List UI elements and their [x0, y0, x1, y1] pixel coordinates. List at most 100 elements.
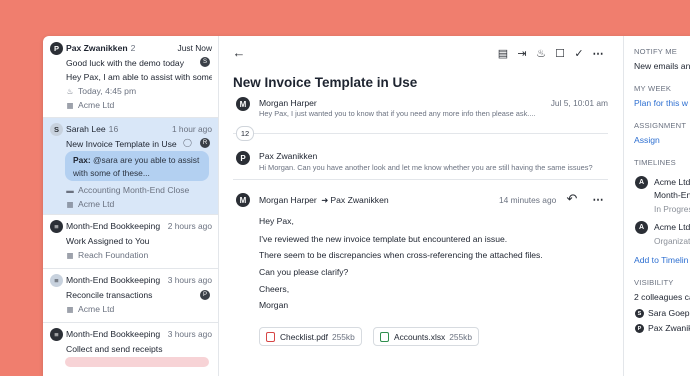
message-time: 14 minutes ago: [499, 195, 557, 205]
timeline-org[interactable]: Acme Ltd: [654, 177, 690, 187]
attachment-size: 255kb: [449, 331, 473, 342]
check-icon[interactable]: ✓: [572, 47, 586, 60]
attachment-xlsx[interactable]: Accounts.xlsx 255kb: [373, 327, 480, 346]
comment-text: @sara are you able to assist with some o…: [73, 155, 200, 178]
divider: [233, 133, 608, 134]
briefcase-icon[interactable]: ▤: [496, 47, 510, 60]
colleague-avatar: P: [635, 324, 644, 333]
attachment-pdf[interactable]: Checklist.pdf 255kb: [259, 327, 362, 346]
message-count: 2: [130, 43, 136, 53]
building-icon: ▦: [66, 101, 74, 110]
reply-icon[interactable]: ↶: [565, 191, 579, 207]
message-sender[interactable]: Pax Zwanikken: [259, 151, 317, 161]
arrow-right-icon: ➜: [321, 195, 329, 205]
divider: [233, 179, 608, 180]
back-arrow-icon[interactable]: ←: [232, 45, 246, 60]
avatar: S: [50, 123, 63, 136]
message-sender[interactable]: Morgan Harper: [259, 98, 317, 108]
move-icon[interactable]: ⇥: [515, 47, 529, 60]
pdf-file-icon: [266, 331, 275, 342]
section-header: TIMELINES: [634, 158, 676, 167]
notify-setting[interactable]: New emails and: [634, 61, 690, 71]
body-line: I've reviewed the new invoice template b…: [259, 234, 508, 244]
attachment-size: 255kb: [331, 331, 355, 342]
timeline-icon: ▬: [66, 186, 74, 195]
timeline-name: Accounting Month-End Close: [78, 185, 190, 195]
avatar: M: [236, 97, 250, 111]
timestamp: 3 hours ago: [167, 275, 212, 285]
assign-link[interactable]: Assign: [634, 135, 660, 145]
comment-bubble: [65, 357, 209, 367]
comment-bubble: Pax: @sara are you able to assist with s…: [65, 151, 209, 181]
message-preview[interactable]: Hi Morgan. Can you have another look and…: [259, 163, 593, 172]
sender-name: Month-End Bookkeeping: [66, 221, 161, 231]
sender-name: Sarah Lee: [66, 124, 106, 134]
section-header: VISIBILITY: [634, 278, 674, 287]
building-icon: ▦: [66, 305, 74, 314]
timeline-avatar: A: [635, 176, 648, 189]
avatar: P: [236, 151, 250, 165]
conversation-list: P Pax Zwanikken 2 Just Now Good luck with…: [43, 36, 219, 376]
bookmark-icon[interactable]: ☐: [553, 47, 567, 60]
timestamp: Just Now: [177, 43, 212, 53]
section-header: NOTIFY ME: [634, 47, 678, 56]
section-header: ASSIGNMENT: [634, 121, 687, 130]
more-icon[interactable]: ⋯: [591, 47, 605, 60]
conversation-item[interactable]: ≡ Month-End Bookkeeping 3 hours ago Coll…: [43, 323, 218, 376]
more-icon[interactable]: ⋯: [591, 193, 605, 206]
timestamp: 3 hours ago: [167, 329, 212, 339]
body-line: There seem to be discrepancies when cros…: [259, 250, 543, 260]
conversation-item[interactable]: P Pax Zwanikken 2 Just Now Good luck with…: [43, 36, 218, 118]
thread-view: ← ▤ ⇥ ♨ ☐ ✓ ⋯ New Invoice Template in Us…: [219, 36, 622, 376]
organization: Acme Ltd: [78, 100, 115, 110]
conversation-item[interactable]: ≡ Month-End Bookkeeping 3 hours ago Reco…: [43, 269, 218, 323]
chat-bubble-icon: ◯: [183, 138, 192, 147]
bell-icon: ♨: [66, 87, 74, 96]
organization: Acme Ltd: [78, 199, 115, 209]
avatar: S: [200, 57, 210, 67]
organization: Acme Ltd: [78, 304, 115, 314]
body-line: Morgan: [259, 300, 289, 310]
conversation-subject: Collect and send receipts: [66, 344, 163, 354]
body-line: Cheers,: [259, 284, 290, 294]
timeline-name[interactable]: Month-En: [654, 190, 690, 200]
details-panel: NOTIFY ME New emails and MY WEEK Plan fo…: [623, 36, 690, 376]
avatar: M: [236, 193, 250, 207]
message-preview[interactable]: Hey Pax, I just wanted you to know that …: [259, 109, 536, 118]
reminder-time: Today, 4:45 pm: [78, 86, 137, 96]
plan-week-link[interactable]: Plan for this w: [634, 98, 688, 108]
avatar: R: [200, 138, 210, 148]
message-count: 16: [108, 124, 119, 134]
message-recipient[interactable]: Pax Zwanikken: [330, 195, 388, 205]
sender-name: Month-End Bookkeeping: [66, 275, 161, 285]
conversation-item[interactable]: ≡ Month-End Bookkeeping 2 hours ago Work…: [43, 215, 218, 269]
conversation-subject: Good luck with the demo today: [66, 58, 184, 68]
thread-subject: New Invoice Template in Use: [233, 75, 418, 90]
colleague-name: Sara Goepe: [648, 308, 690, 318]
comment-author: Pax:: [73, 155, 91, 165]
conversation-item-selected[interactable]: S Sarah Lee 16 1 hour ago New Invoice Tem…: [43, 118, 218, 215]
timestamp: 2 hours ago: [167, 221, 212, 231]
visibility-summary: 2 colleagues ca: [634, 292, 690, 302]
collapsed-messages-count[interactable]: 12: [236, 126, 254, 141]
section-header: MY WEEK: [634, 84, 672, 93]
message-sender[interactable]: Morgan Harper: [259, 195, 317, 205]
conversation-subject: Work Assigned to You: [66, 236, 150, 246]
sender-name: Month-End Bookkeeping: [66, 329, 161, 339]
bell-icon[interactable]: ♨: [534, 47, 548, 60]
attachment-name: Checklist.pdf: [280, 331, 328, 342]
colleague-name: Pax Zwanik: [648, 323, 690, 333]
conversation-subject: Reconcile transactions: [66, 290, 153, 300]
list-icon: ≡: [50, 220, 63, 233]
timeline-org[interactable]: Acme Ltd: [654, 222, 690, 232]
building-icon: ▦: [66, 251, 74, 260]
building-icon: ▦: [66, 200, 74, 209]
timeline-avatar: A: [635, 221, 648, 234]
checklist-icon: ≡: [50, 274, 63, 287]
timeline-status: In Progres: [654, 204, 690, 214]
body-line: Can you please clarify?: [259, 267, 349, 277]
conversation-preview: Hey Pax, I am able to assist with some o…: [66, 72, 212, 82]
avatar: P: [50, 42, 63, 55]
attachment-name: Accounts.xlsx: [394, 331, 446, 342]
add-timeline-link[interactable]: Add to Timelin: [634, 255, 688, 265]
